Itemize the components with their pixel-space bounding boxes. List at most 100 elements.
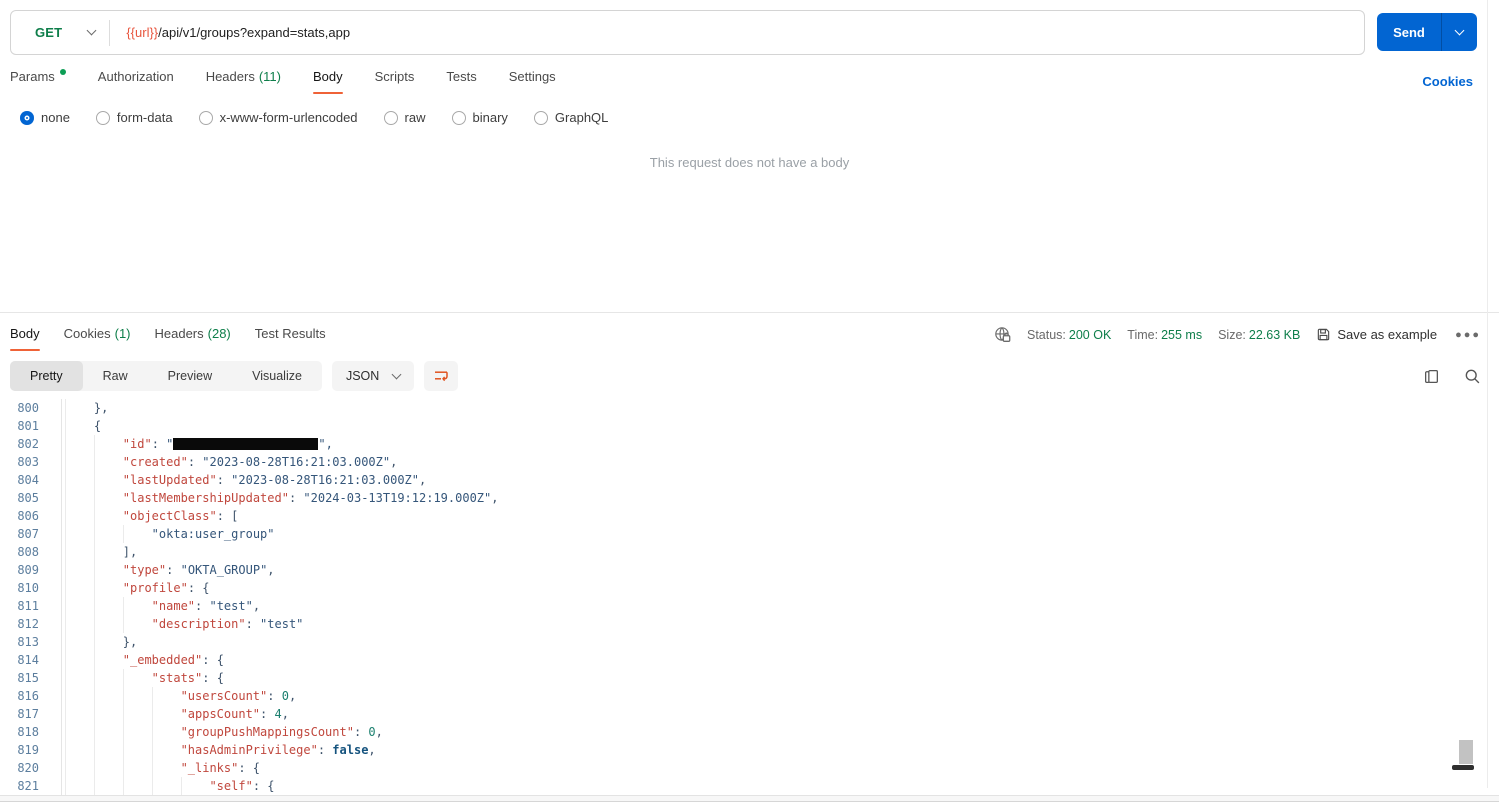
indent-guide xyxy=(65,399,94,417)
line-content: "type": "OKTA_GROUP", xyxy=(62,561,275,579)
line-content: "stats": { xyxy=(62,669,224,687)
view-tab-pretty[interactable]: Pretty xyxy=(10,361,83,391)
request-tabs-row: Params Authorization Headers(11) Body Script… xyxy=(0,66,1499,96)
line-content: ], xyxy=(62,543,137,561)
view-tab-preview[interactable]: Preview xyxy=(148,361,232,391)
indent-guide xyxy=(94,705,123,723)
wrap-lines-button[interactable] xyxy=(424,361,458,391)
view-tab-visualize[interactable]: Visualize xyxy=(232,361,322,391)
json-token: false xyxy=(332,743,368,757)
indent-guide xyxy=(123,777,152,795)
indent-guide xyxy=(65,741,94,759)
response-tabs: Body Cookies(1) Headers(28) Test Results xyxy=(10,326,326,351)
json-token: : xyxy=(195,599,209,613)
line-number: 810 xyxy=(0,579,62,597)
tab-headers[interactable]: Headers(11) xyxy=(206,69,281,94)
indent-guide xyxy=(65,453,94,471)
wrap-lines-icon xyxy=(433,368,449,384)
code-line: 811"name": "test", xyxy=(0,597,1499,615)
response-tab-test-results[interactable]: Test Results xyxy=(255,326,326,351)
json-token: "lastMembershipUpdated" xyxy=(123,491,289,505)
indent-guide xyxy=(94,435,123,453)
tab-count-badge: (1) xyxy=(115,326,131,341)
json-token: "groupPushMappingsCount" xyxy=(181,725,354,739)
line-content: }, xyxy=(62,399,108,417)
indent-guide xyxy=(94,687,123,705)
radio-icon xyxy=(96,111,110,125)
indent-guide xyxy=(65,507,94,525)
body-type-form-data[interactable]: form-data xyxy=(96,110,173,125)
view-tab-raw[interactable]: Raw xyxy=(83,361,148,391)
json-token: : xyxy=(246,617,260,631)
json-token: : xyxy=(188,455,202,469)
send-options-button[interactable] xyxy=(1441,13,1477,51)
code-line: 812"description": "test" xyxy=(0,615,1499,633)
body-type-raw[interactable]: raw xyxy=(384,110,426,125)
scroll-position-marker xyxy=(1452,765,1474,770)
body-type-label: form-data xyxy=(117,110,173,125)
body-type-none[interactable]: none xyxy=(20,110,70,125)
body-type-binary[interactable]: binary xyxy=(452,110,508,125)
indent-guide xyxy=(123,687,152,705)
radio-icon xyxy=(199,111,213,125)
indent-guide xyxy=(65,705,94,723)
indent-guide xyxy=(94,777,123,795)
line-content: "description": "test" xyxy=(62,615,303,633)
response-meta: Status:200 OKTime:255 msSize:22.63 KB Sa… xyxy=(994,326,1481,343)
tab-authorization[interactable]: Authorization xyxy=(98,69,174,94)
line-content: "name": "test", xyxy=(62,597,260,615)
json-token: : xyxy=(354,725,368,739)
indent-guide xyxy=(123,525,152,543)
indent-guide xyxy=(94,633,123,651)
tab-scripts[interactable]: Scripts xyxy=(375,69,415,94)
body-type-label: none xyxy=(41,110,70,125)
indent-guide xyxy=(65,759,94,777)
body-type-graphql[interactable]: GraphQL xyxy=(534,110,608,125)
more-options-icon[interactable]: ●●● xyxy=(1455,329,1481,341)
json-token: : [ xyxy=(217,509,239,523)
tab-body[interactable]: Body xyxy=(313,69,343,94)
json-token: "self" xyxy=(209,779,252,793)
search-icon[interactable] xyxy=(1464,368,1481,385)
cookies-link[interactable]: Cookies xyxy=(1422,74,1473,89)
code-line: 810"profile": { xyxy=(0,579,1499,597)
body-type-label: binary xyxy=(473,110,508,125)
line-content: { xyxy=(62,417,101,435)
code-line: 818"groupPushMappingsCount": 0, xyxy=(0,723,1499,741)
method-select[interactable]: GET xyxy=(11,11,109,54)
line-number: 819 xyxy=(0,741,62,759)
tab-tests[interactable]: Tests xyxy=(446,69,476,94)
response-stats: Status:200 OKTime:255 msSize:22.63 KB xyxy=(1027,328,1300,342)
save-as-example-button[interactable]: Save as example xyxy=(1316,327,1437,342)
copy-icon[interactable] xyxy=(1423,368,1440,385)
response-tab-headers[interactable]: Headers(28) xyxy=(155,326,231,351)
url-variable: {{url}} xyxy=(126,25,158,40)
json-token: "2023-08-28T16:21:03.000Z" xyxy=(231,473,419,487)
indent-guide xyxy=(94,507,123,525)
code-line: 807"okta:user_group" xyxy=(0,525,1499,543)
line-number: 820 xyxy=(0,759,62,777)
indent-guide xyxy=(94,597,123,615)
format-select[interactable]: JSON xyxy=(332,361,414,391)
network-lock-icon[interactable] xyxy=(994,326,1011,343)
json-token: "name" xyxy=(152,599,195,613)
line-number: 814 xyxy=(0,651,62,669)
line-content: }, xyxy=(62,633,137,651)
tab-params[interactable]: Params xyxy=(10,69,66,94)
response-tab-cookies[interactable]: Cookies(1) xyxy=(64,326,131,351)
line-number: 804 xyxy=(0,471,62,489)
response-body-viewer[interactable]: 800},801{802"id": "",803"created": "2023… xyxy=(0,399,1499,795)
tab-settings[interactable]: Settings xyxy=(509,69,556,94)
radio-icon xyxy=(534,111,548,125)
url-input[interactable]: {{url}}/api/v1/groups?expand=stats,app xyxy=(110,25,1364,40)
code-line: 821"self": { xyxy=(0,777,1499,795)
body-type-x-www-form-urlencoded[interactable]: x-www-form-urlencoded xyxy=(199,110,358,125)
indent-guide xyxy=(65,687,94,705)
json-token: , xyxy=(267,563,274,577)
line-number: 811 xyxy=(0,597,62,615)
json-token: : { xyxy=(202,653,224,667)
response-tab-body[interactable]: Body xyxy=(10,326,40,351)
scrollbar-thumb[interactable] xyxy=(1459,740,1473,764)
tab-label: Headers xyxy=(206,69,255,84)
send-button[interactable]: Send xyxy=(1377,13,1441,51)
